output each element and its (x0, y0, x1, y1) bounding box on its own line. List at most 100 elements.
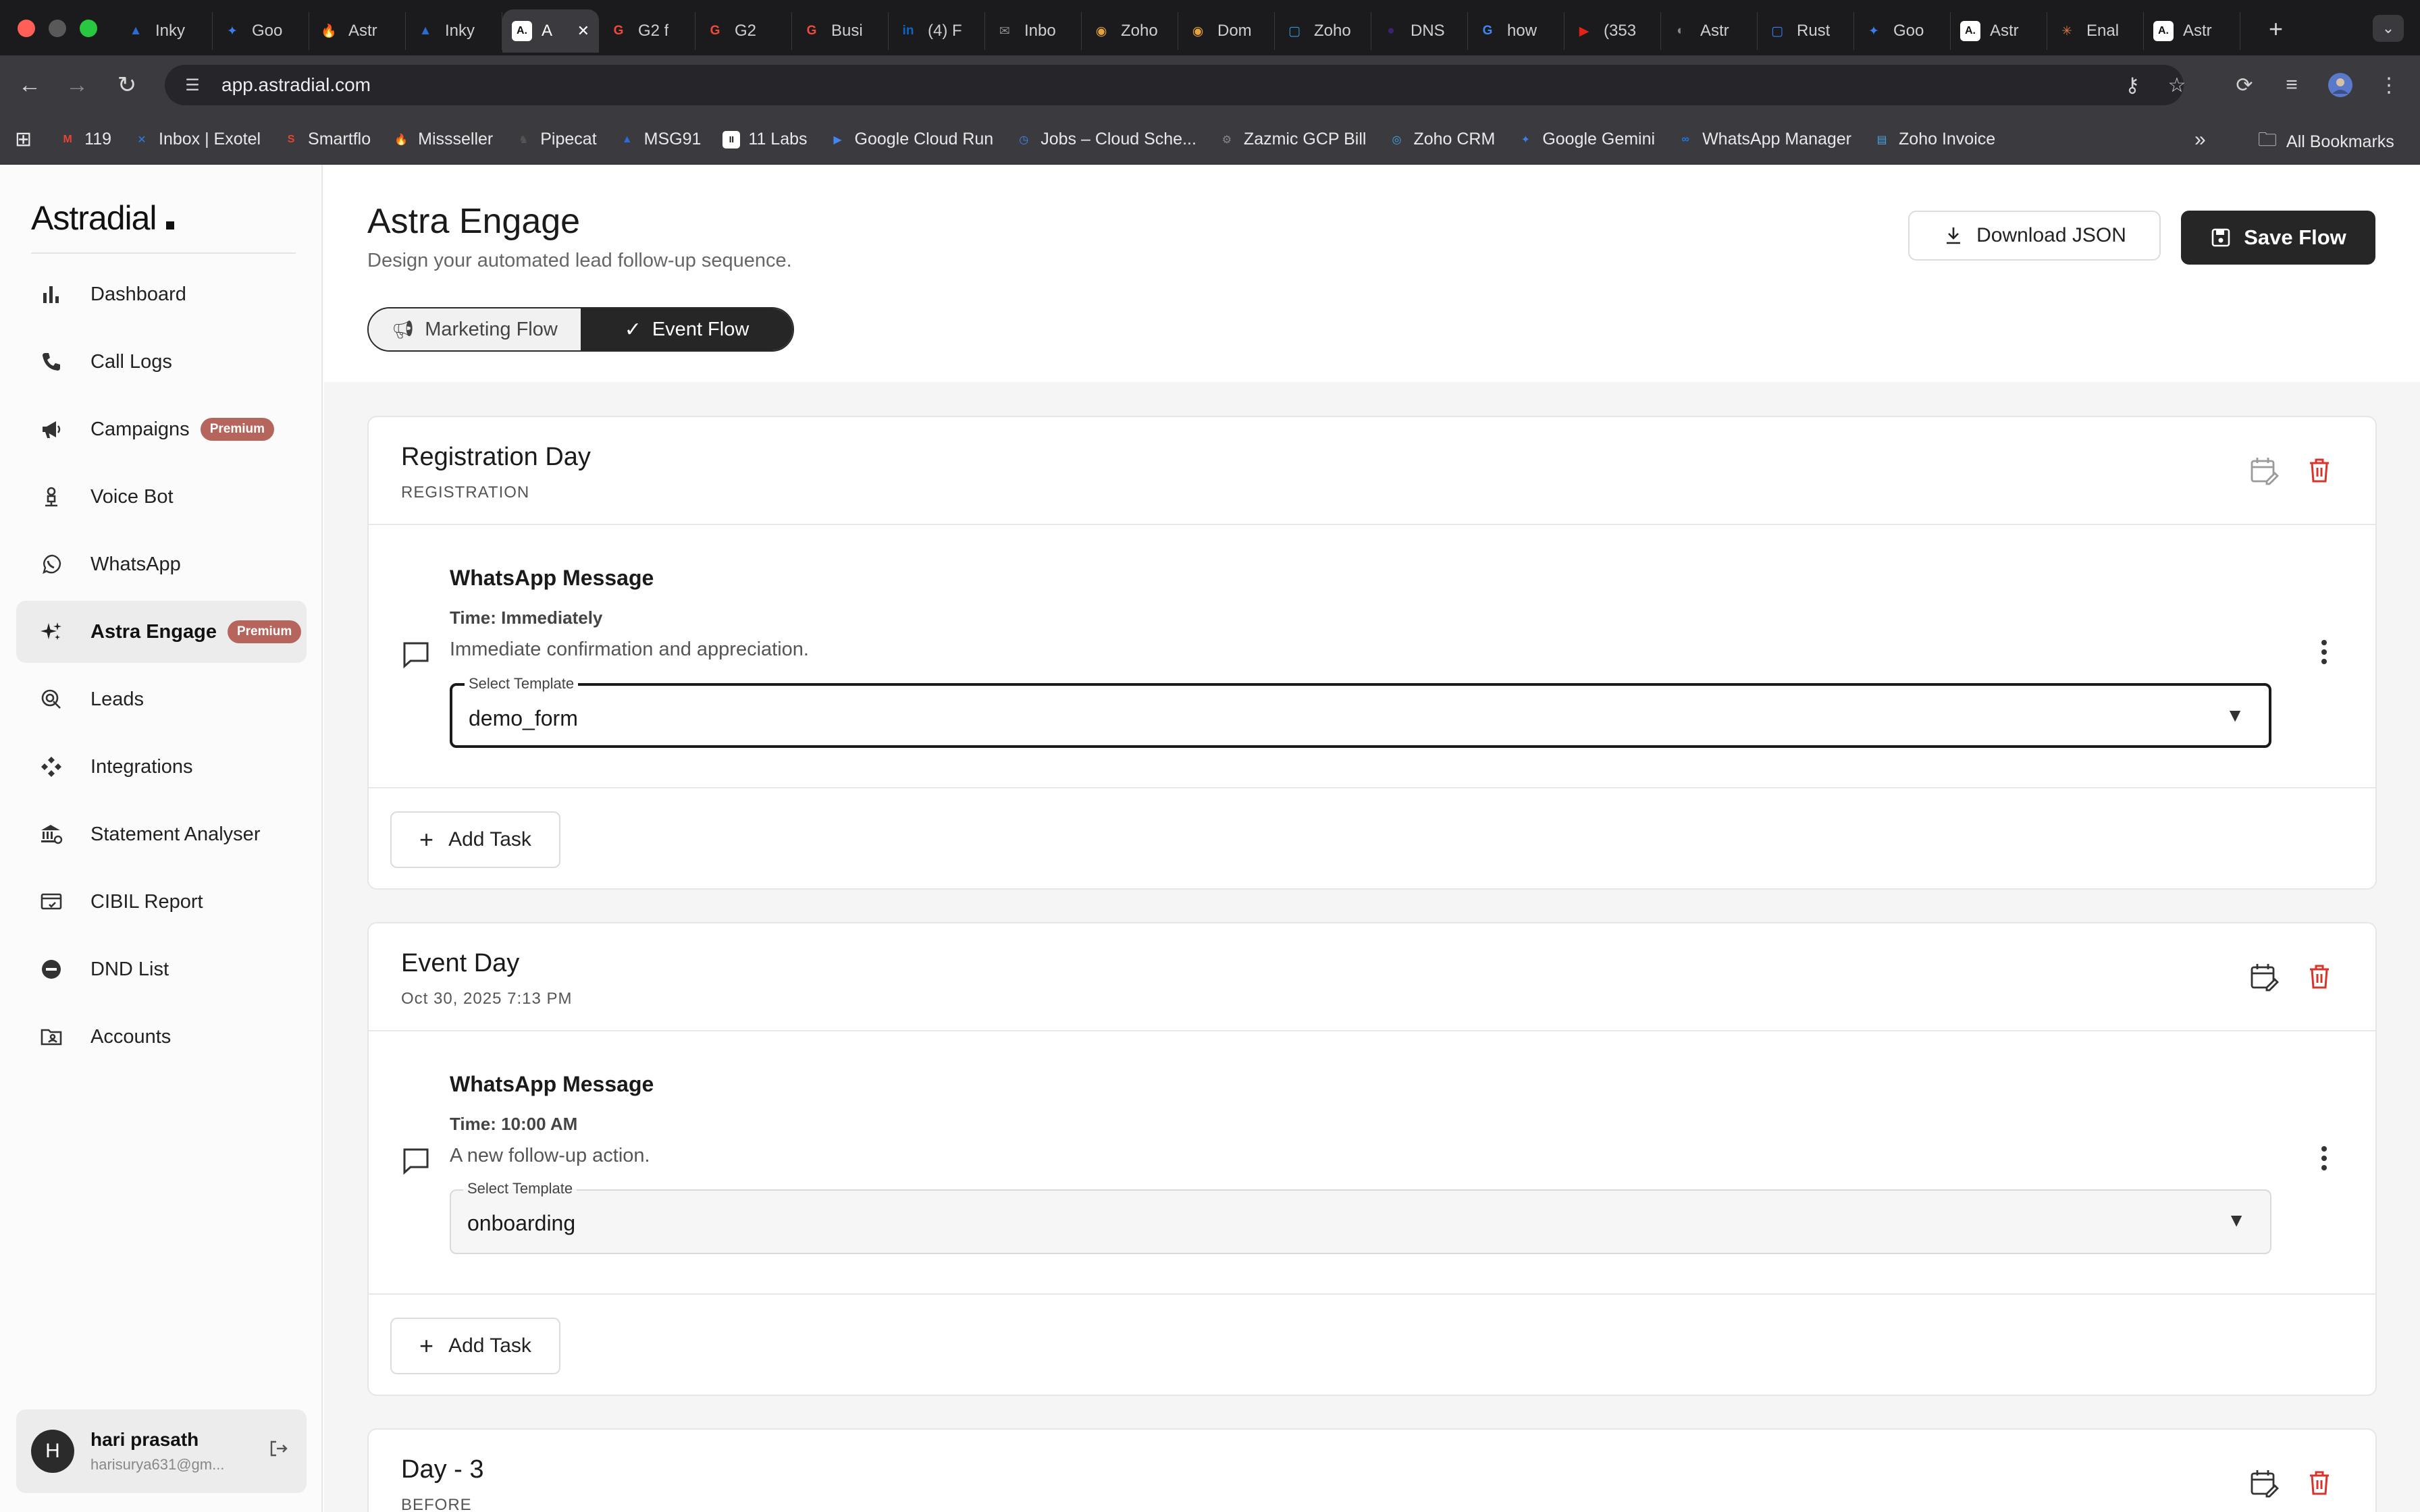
sidebar-item-statement-analyser[interactable]: Statement Analyser (16, 803, 307, 865)
new-tab-button[interactable]: + (2269, 15, 2283, 43)
bookmark-item[interactable]: ▲ MSG91 (619, 130, 702, 149)
password-key-icon[interactable]: ⚷ (2118, 70, 2147, 100)
bookmark-label: 11 Labs (748, 130, 808, 148)
more-options-icon[interactable] (2319, 1143, 2330, 1180)
edit-schedule-calendar-icon[interactable] (2248, 455, 2280, 486)
browser-tab[interactable]: ▢ Rust (1758, 12, 1854, 50)
bookmark-item[interactable]: ◷ Jobs – Cloud Sche... (1015, 130, 1196, 149)
bookmark-item[interactable]: ∞ WhatsApp Manager (1677, 130, 1851, 149)
event-flow-toggle[interactable]: ✓ Event Flow (581, 308, 793, 350)
apps-grid-icon[interactable]: ⊞ (15, 128, 32, 151)
browser-tab[interactable]: ◉ Dom (1178, 12, 1275, 50)
browser-tab[interactable]: 🔥 Astr (309, 12, 406, 50)
tab-search-chevron-icon[interactable]: ⌄ (2373, 15, 2404, 42)
bookmark-item[interactable]: ♞ Pipecat (515, 130, 597, 149)
browser-tab[interactable]: ◉ Zoho (1082, 12, 1178, 50)
more-bookmarks-icon[interactable]: » (2194, 128, 2206, 151)
browser-tab[interactable]: A. Astr (2144, 12, 2240, 50)
app-logo[interactable]: Astradial (31, 198, 174, 238)
bookmark-item[interactable]: ✕ Inbox | Exotel (133, 130, 261, 149)
browser-tab[interactable]: ◐ Astr (1661, 12, 1758, 50)
more-options-icon[interactable] (2319, 637, 2330, 674)
back-arrow-icon[interactable]: ← (14, 69, 46, 101)
close-window-button[interactable] (18, 20, 35, 37)
profile-avatar-icon[interactable] (2325, 70, 2355, 100)
save-flow-button[interactable]: Save Flow (2181, 211, 2375, 265)
bookmark-favicon-icon: ⚙ (1221, 134, 1232, 146)
browser-tab[interactable]: ✦ Goo (213, 12, 309, 50)
edit-schedule-calendar-icon[interactable] (2248, 961, 2280, 992)
bookmark-item[interactable]: S Smartflo (282, 130, 371, 149)
bookmark-star-icon[interactable]: ☆ (2162, 70, 2192, 100)
sidebar-item-dnd-list[interactable]: DND List (16, 938, 307, 1000)
sidebar-item-whatsapp[interactable]: WhatsApp (16, 533, 307, 595)
sidebar-item-leads[interactable]: Leads (16, 668, 307, 730)
browser-tab[interactable]: G G2 (695, 12, 792, 50)
browser-tab[interactable]: ✉ Inbo (985, 12, 1082, 50)
template-select[interactable]: Select Template demo_form ▼ (450, 675, 2271, 748)
bookmark-item[interactable]: ⚙ Zazmic GCP Bill (1218, 130, 1367, 149)
bookmark-label: Zoho CRM (1413, 130, 1496, 148)
all-bookmarks-button[interactable]: 🗀 All Bookmarks (2258, 126, 2394, 158)
reload-icon[interactable]: ↻ (111, 69, 143, 101)
day-subtitle: Oct 30, 2025 7:13 PM (401, 990, 573, 1008)
dropdown-caret-icon: ▼ (2227, 1210, 2246, 1231)
bookmark-favicon-icon: ▲ (621, 133, 633, 145)
bookmark-item[interactable]: ▤ Zoho Invoice (1873, 130, 1995, 149)
template-select[interactable]: Select Template onboarding ▼ (450, 1180, 2271, 1254)
browser-tab[interactable]: G G2 f (599, 12, 695, 50)
edit-schedule-calendar-icon[interactable] (2248, 1467, 2280, 1498)
close-tab-icon[interactable]: ✕ (577, 22, 589, 40)
save-flow-label: Save Flow (2244, 225, 2346, 249)
browser-tab[interactable]: ▲ Inky (406, 12, 502, 50)
logout-icon[interactable] (267, 1438, 289, 1465)
delete-trash-icon[interactable] (2304, 961, 2335, 992)
extension-icon[interactable]: ⟳ (2230, 70, 2259, 100)
sidebar-item-voice-bot[interactable]: Voice Bot (16, 466, 307, 528)
bookmark-favicon-icon: M (63, 133, 72, 145)
sidebar-item-cibil-report[interactable]: CIBIL Report (16, 871, 307, 933)
browser-tab[interactable]: ▶ (353 (1564, 12, 1661, 50)
browser-tab[interactable]: A. A ✕ (502, 9, 599, 53)
browser-tab[interactable]: A. Astr (1951, 12, 2047, 50)
download-json-button[interactable]: Download JSON (1908, 211, 2161, 261)
sidebar-item-integrations[interactable]: Integrations (16, 736, 307, 798)
user-card[interactable]: H hari prasath harisurya631@gm... (16, 1409, 307, 1493)
delete-trash-icon[interactable] (2304, 455, 2335, 486)
delete-trash-icon[interactable] (2304, 1467, 2335, 1498)
browser-tab[interactable]: in (4) F (889, 12, 985, 50)
browser-tab[interactable]: ✳ Enal (2047, 12, 2144, 50)
browser-tab[interactable]: ▲ Inky (116, 12, 213, 50)
sidebar-item-call-logs[interactable]: Call Logs (16, 331, 307, 393)
address-bar[interactable]: ☰ app.astradial.com (165, 65, 2184, 105)
bookmark-label: Jobs – Cloud Sche... (1041, 130, 1196, 148)
browser-tab[interactable]: Ghow (1468, 12, 1564, 50)
browser-tab[interactable]: ● DNS (1371, 12, 1468, 50)
sidebar-item-dashboard[interactable]: Dashboard (16, 263, 307, 325)
sparkle-icon (38, 618, 65, 645)
bookmark-item[interactable]: M 119 (59, 130, 111, 149)
bookmark-item[interactable]: ◎ Zoho CRM (1388, 130, 1495, 149)
minimize-window-button[interactable] (49, 20, 66, 37)
marketing-flow-toggle[interactable]: 📢︎ Marketing Flow (369, 308, 581, 350)
site-settings-icon[interactable]: ☰ (182, 75, 203, 95)
sidebar-item-accounts[interactable]: Accounts (16, 1006, 307, 1068)
bookmark-item[interactable]: II 11 Labs (722, 130, 808, 149)
sidebar-item-campaigns[interactable]: Campaigns Premium (16, 398, 307, 460)
bookmark-item[interactable]: ▶ Google Cloud Run (829, 130, 993, 149)
media-controls-icon[interactable]: ≡ (2277, 70, 2307, 100)
add-task-button[interactable]: + Add Task (390, 1318, 560, 1374)
browser-tab[interactable]: ▢ Zoho (1275, 12, 1371, 50)
tab-title: Rust (1797, 22, 1831, 40)
add-task-button[interactable]: + Add Task (390, 811, 560, 868)
browser-tab[interactable]: G Busi (792, 12, 889, 50)
sidebar-item-astra-engage[interactable]: Astra Engage Premium (16, 601, 307, 663)
maximize-window-button[interactable] (80, 20, 97, 37)
bookmark-item[interactable]: ✦ Google Gemini (1517, 130, 1655, 149)
browser-menu-icon[interactable]: ⋮ (2374, 70, 2404, 100)
tab-favicon-icon: ▢ (1288, 24, 1300, 38)
sidebar-item-label: Leads (90, 688, 144, 710)
browser-tab[interactable]: ✦ Goo (1854, 12, 1951, 50)
forward-arrow-icon[interactable]: → (61, 69, 93, 101)
bookmark-item[interactable]: 🔥 Missseller (392, 130, 493, 149)
